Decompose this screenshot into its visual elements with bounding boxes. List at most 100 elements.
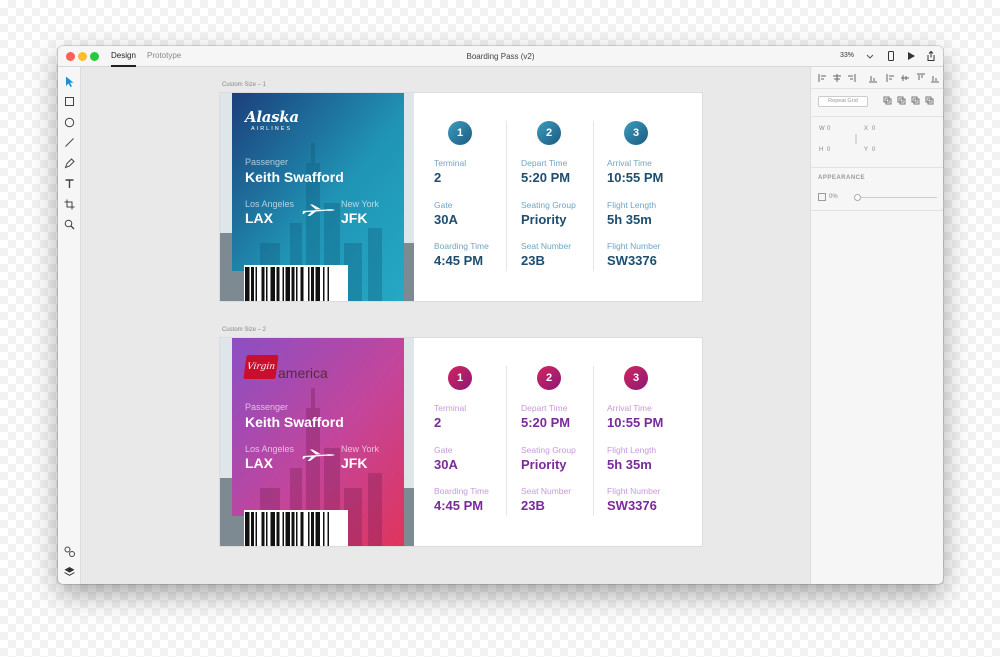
seat-number-label: Seat Number [521, 486, 572, 496]
opacity-slider[interactable] [855, 197, 937, 198]
logo-wordmark: Alaska [245, 108, 299, 126]
boarding-time-value: 4:45 PM [434, 498, 484, 513]
height-field[interactable]: 0 [827, 147, 830, 153]
seating-group-value: Priority [521, 457, 567, 472]
x-field[interactable]: 0 [872, 126, 875, 132]
opacity-slider-handle[interactable] [854, 194, 861, 201]
barcode [244, 265, 348, 301]
text-tool-icon[interactable] [63, 177, 76, 190]
device-preview-icon[interactable] [885, 50, 897, 62]
depart-time-label: Depart Time [521, 403, 568, 413]
depart-time-value: 5:20 PM [521, 415, 571, 430]
seat-number-label: Seat Number [521, 241, 572, 251]
share-icon[interactable] [925, 50, 937, 62]
ellipse-tool-icon[interactable] [63, 116, 76, 129]
logo-badge: Virgin [243, 355, 279, 379]
step-badge-3: 3 [624, 366, 648, 390]
gate-value: 30A [434, 457, 458, 472]
inspector-divider [811, 210, 943, 211]
pen-tool-icon[interactable] [63, 157, 76, 170]
lock-aspect-icon[interactable] [853, 133, 859, 145]
logo-wordmark: america [278, 365, 328, 381]
boolean-group-icon[interactable] [883, 96, 937, 106]
boarding-pass-card[interactable]: Virgin america Passenger Keith Swafford … [220, 338, 702, 546]
origin-code: LAX [245, 210, 273, 226]
barcode [244, 510, 348, 546]
width-label: W [819, 126, 825, 132]
depart-time-label: Depart Time [521, 158, 568, 168]
airline-logo: Virgin america [243, 355, 328, 381]
seating-group-label: Seating Group [521, 445, 576, 455]
column-divider [593, 366, 594, 516]
zoom-level[interactable]: 33% [840, 52, 854, 59]
seat-number-value: 23B [521, 498, 545, 513]
appearance-heading: APPEARANCE [818, 175, 866, 181]
align-tools-icon[interactable] [817, 73, 939, 83]
airplane-icon [302, 449, 335, 461]
y-label: Y [864, 147, 869, 153]
step-badge-1: 1 [448, 366, 472, 390]
assets-icon[interactable] [63, 545, 76, 558]
destination-code: JFK [341, 455, 368, 471]
design-canvas[interactable]: Custom Size – 1 Alaska AIRLINES Passenge… [81, 67, 810, 584]
column-divider [593, 121, 594, 271]
rectangle-tool-icon[interactable] [63, 95, 76, 108]
step-badge-2: 2 [537, 366, 561, 390]
opacity-value[interactable]: 0% [829, 194, 838, 200]
height-label: H [819, 147, 824, 153]
tools-panel [58, 67, 81, 584]
boarding-pass-card[interactable]: Alaska AIRLINES Passenger Keith Swafford… [220, 93, 702, 301]
gate-label: Gate [434, 445, 453, 455]
airplane-icon [302, 204, 335, 216]
inspector-divider [811, 116, 943, 117]
step-badge-1: 1 [448, 121, 472, 145]
flight-length-label: Flight Length [607, 200, 657, 210]
gate-value: 30A [434, 212, 458, 227]
layers-icon[interactable] [63, 565, 76, 578]
arrival-time-label: Arrival Time [607, 158, 652, 168]
width-field[interactable]: 0 [827, 126, 830, 132]
flight-length-label: Flight Length [607, 445, 657, 455]
flight-length-value: 5h 35m [607, 212, 652, 227]
flight-number-label: Flight Number [607, 241, 661, 251]
inspector-divider [811, 167, 943, 168]
inspector-divider [811, 88, 943, 89]
brand-panel: Alaska AIRLINES Passenger Keith Swafford… [220, 93, 414, 301]
terminal-value: 2 [434, 415, 442, 430]
passenger-label: Passenger [245, 157, 289, 167]
boarding-time-label: Boarding Time [434, 241, 489, 251]
origin-city: Los Angeles [245, 199, 295, 209]
airline-logo: Alaska AIRLINES [245, 108, 299, 132]
line-tool-icon[interactable] [63, 136, 76, 149]
flight-number-value: SW3376 [607, 498, 657, 513]
brand-panel: Virgin america Passenger Keith Swafford … [220, 338, 414, 546]
titlebar: Design Prototype Boarding Pass (v2) 33% [58, 46, 943, 67]
artboard-label[interactable]: Custom Size – 2 [222, 327, 266, 333]
zoom-tool-icon[interactable] [63, 218, 76, 231]
origin-code: LAX [245, 455, 273, 471]
seating-group-value: Priority [521, 212, 567, 227]
y-field[interactable]: 0 [872, 147, 875, 153]
column-divider [506, 366, 507, 516]
app-window: Design Prototype Boarding Pass (v2) 33% … [58, 46, 943, 584]
logo-tagline: AIRLINES [251, 126, 293, 132]
artboard-label[interactable]: Custom Size – 1 [222, 82, 266, 88]
chevron-down-icon[interactable] [864, 50, 876, 62]
column-divider [506, 121, 507, 271]
flight-number-label: Flight Number [607, 486, 661, 496]
flight-length-value: 5h 35m [607, 457, 652, 472]
repeat-grid-button[interactable]: Repeat Grid [818, 96, 868, 107]
select-tool-icon[interactable] [63, 75, 76, 88]
origin-city: Los Angeles [245, 444, 295, 454]
terminal-label: Terminal [434, 403, 467, 413]
play-icon[interactable] [905, 50, 917, 62]
passenger-name: Keith Swafford [245, 169, 344, 185]
step-badge-3: 3 [624, 121, 648, 145]
x-label: X [864, 126, 869, 132]
depart-time-value: 5:20 PM [521, 170, 571, 185]
opacity-icon [818, 193, 826, 201]
property-inspector: Repeat Grid W 0 X 0 H 0 Y 0 APPEARANCE 0… [810, 67, 943, 584]
artboard-tool-icon[interactable] [63, 198, 76, 211]
arrival-time-value: 10:55 PM [607, 415, 664, 430]
seat-number-value: 23B [521, 253, 545, 268]
